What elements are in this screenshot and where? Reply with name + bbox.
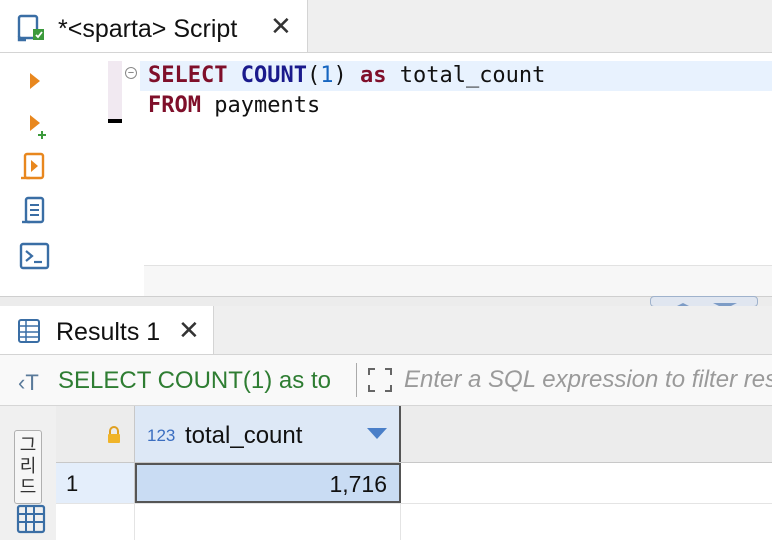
number-literal: 1 <box>320 63 334 88</box>
editor-empty-area <box>144 265 772 297</box>
table-identifier: payments <box>214 93 321 118</box>
change-ruler <box>108 61 122 119</box>
execute-in-new-tab-icon[interactable] <box>18 109 52 143</box>
lock-icon <box>108 426 120 443</box>
result-side-panel: 그리드 <box>0 406 57 540</box>
grid-divider <box>134 504 135 540</box>
function-count: COUNT <box>240 63 307 88</box>
table-cell-selected[interactable]: 1,716 <box>135 463 401 503</box>
grid-table-icon <box>18 319 40 343</box>
grid-view-tab-label: 그리드 <box>19 435 37 497</box>
fold-toggle-icon[interactable]: − <box>125 67 137 79</box>
results-tab[interactable]: Results 1 ✕ <box>0 306 214 354</box>
column-type-badge: 123 <box>147 426 176 445</box>
filter-input[interactable] <box>404 365 772 395</box>
sql-script-icon <box>17 14 44 42</box>
explain-plan-icon[interactable] <box>18 195 52 229</box>
row-number-text: 1 <box>66 471 79 496</box>
code-line-2: FROM payments <box>148 93 320 118</box>
expand-icon[interactable] <box>366 366 394 394</box>
close-script-tab-icon[interactable]: ✕ <box>270 13 292 39</box>
paren-close: ) <box>333 63 347 88</box>
grid-divider <box>400 504 401 540</box>
query-text[interactable]: SELECT COUNT(1) as to <box>58 367 350 395</box>
column-header-total-count[interactable]: 123 total_count <box>135 406 401 462</box>
close-results-tab-icon[interactable]: ✕ <box>178 317 200 343</box>
editor-tab-bar: *<sparta> Script ✕ <box>0 0 772 53</box>
alias-identifier: total_count <box>399 63 546 88</box>
filter-bar: ‹T SELECT COUNT(1) as to <box>0 355 772 406</box>
console-icon[interactable] <box>18 239 52 273</box>
script-tab[interactable]: *<sparta> Script ✕ <box>0 0 308 52</box>
keyword-select: SELECT <box>148 63 228 88</box>
table-row: 1 1,716 <box>56 463 772 504</box>
filter-separator <box>356 363 357 397</box>
sql-editor[interactable]: − SELECT COUNT(1) as total_count FROM pa… <box>62 53 772 297</box>
script-tab-title: *<sparta> Script <box>58 15 238 43</box>
grid-corner <box>56 406 135 462</box>
row-number[interactable]: 1 <box>56 463 135 503</box>
paren-open: ( <box>306 63 321 88</box>
column-name: total_count <box>185 422 303 449</box>
sql-text-icon: ‹T <box>18 370 39 395</box>
cell-value: 1,716 <box>329 471 387 497</box>
grid-view-tab[interactable]: 그리드 <box>14 430 42 504</box>
editor-toolbar <box>0 53 62 300</box>
sort-dropdown-icon[interactable] <box>367 428 387 439</box>
keyword-as: as <box>359 63 387 88</box>
grid-empty-area <box>56 504 772 540</box>
cursor-marker <box>108 119 122 123</box>
grid-header: 123 total_count <box>56 406 772 463</box>
keyword-from: FROM <box>148 93 201 118</box>
execute-statement-icon[interactable] <box>18 67 52 101</box>
grid-view-icon[interactable] <box>16 504 46 534</box>
code-line-1: SELECT COUNT(1) as total_count <box>148 63 545 88</box>
results-tab-bar: Results 1 ✕ <box>0 306 772 355</box>
execute-script-icon[interactable] <box>18 151 52 185</box>
results-tab-title: Results 1 <box>56 318 161 346</box>
